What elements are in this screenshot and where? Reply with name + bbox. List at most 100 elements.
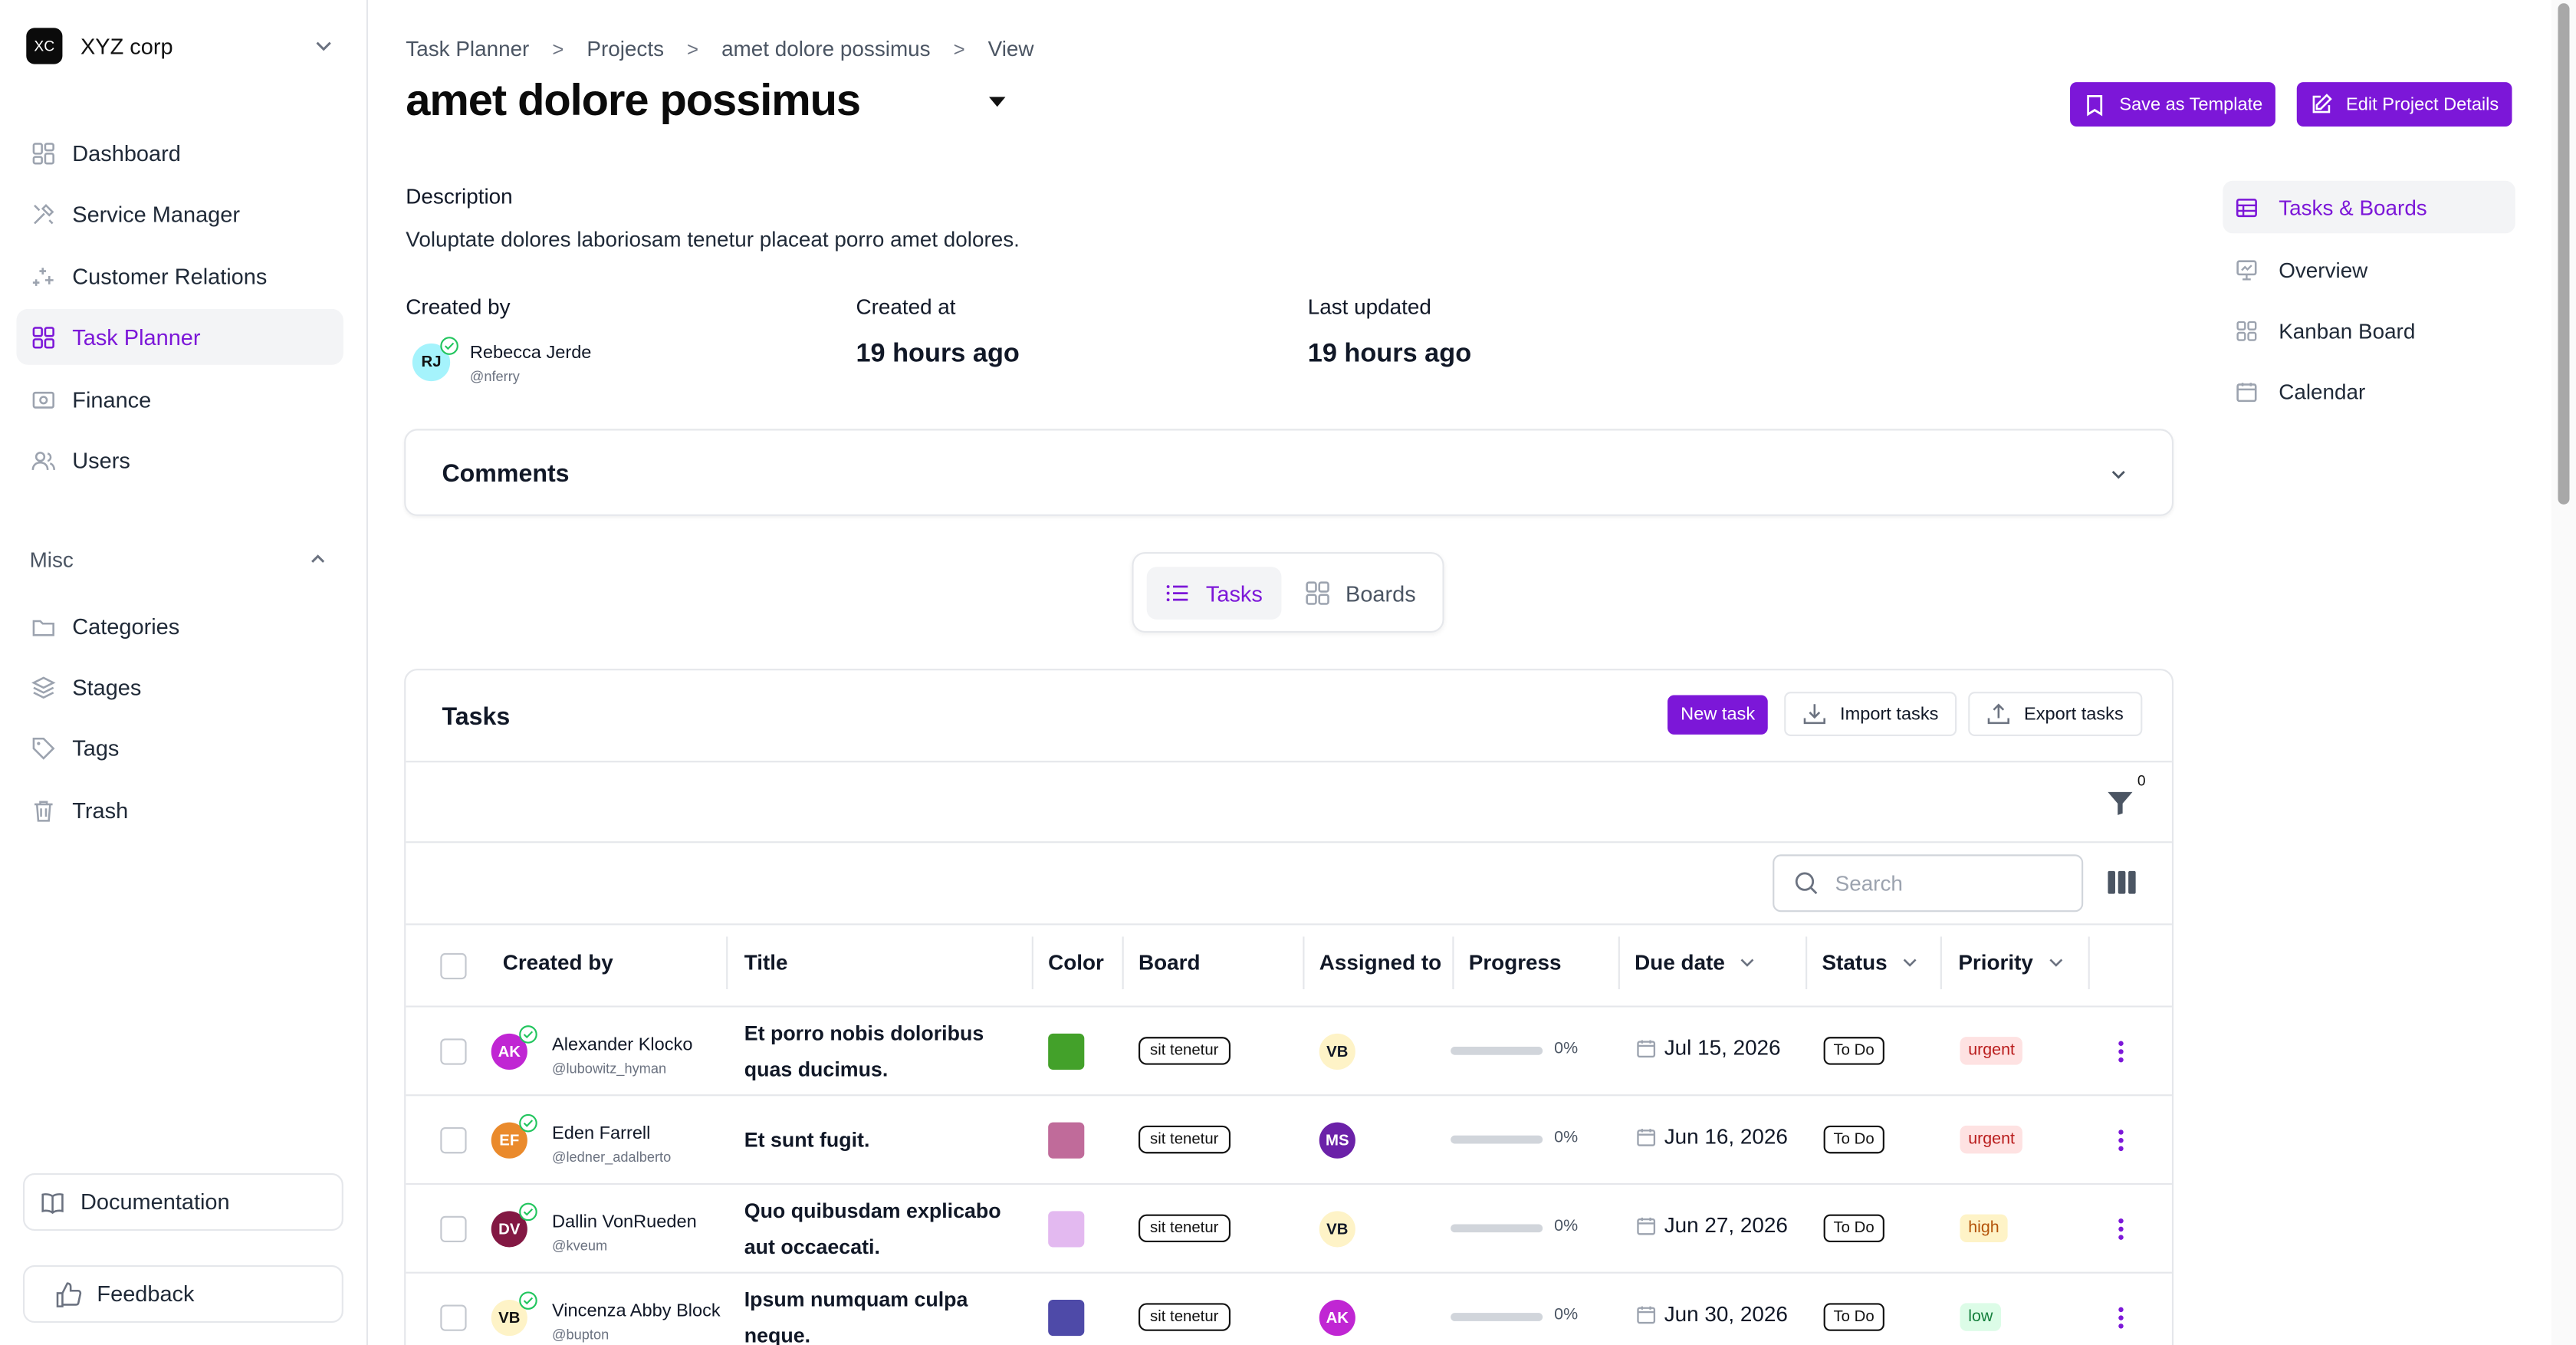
section-nav-tasks-boards[interactable]: Tasks & Boards bbox=[2223, 180, 2515, 234]
filter-icon[interactable] bbox=[2106, 789, 2134, 817]
creator-handle: @lubowitz_hyman bbox=[552, 1060, 667, 1077]
breadcrumb-item-projects[interactable]: Projects bbox=[586, 36, 664, 61]
table-row[interactable]: AK Alexander Klocko @lubowitz_hyman Et p… bbox=[406, 1005, 2172, 1094]
chevron-right-icon: > bbox=[953, 37, 965, 61]
table-row[interactable]: VB Vincenza Abby Block @bupton Ipsum num… bbox=[406, 1271, 2172, 1345]
section-nav-overview[interactable]: Overview bbox=[2223, 243, 2515, 296]
row-checkbox[interactable] bbox=[440, 1304, 467, 1331]
sidebar-item-customer-relations[interactable]: Customer Relations bbox=[16, 248, 343, 304]
column-label: Progress bbox=[1468, 949, 1562, 975]
due-date: Jun 30, 2026 bbox=[1636, 1301, 1788, 1326]
status-badge[interactable]: To Do bbox=[1823, 1125, 1884, 1154]
sidebar-item-label: Service Manager bbox=[72, 201, 240, 226]
search-input[interactable] bbox=[1835, 870, 2065, 896]
column-label: Priority bbox=[1958, 949, 2033, 975]
status-badge[interactable]: To Do bbox=[1823, 1037, 1884, 1065]
column-header-board[interactable]: Board bbox=[1138, 950, 1200, 975]
row-checkbox[interactable] bbox=[440, 1038, 467, 1065]
scrollbar-thumb[interactable] bbox=[2558, 3, 2570, 505]
org-switcher[interactable]: XC XYZ corp bbox=[26, 28, 341, 64]
misc-section-toggle[interactable]: Misc bbox=[30, 548, 329, 572]
progress-label: 0% bbox=[1554, 1129, 1579, 1147]
breadcrumb-item-task-planner[interactable]: Task Planner bbox=[406, 36, 529, 61]
more-options-icon[interactable] bbox=[2118, 1129, 2124, 1152]
assignee-avatar: AK bbox=[1319, 1300, 1355, 1337]
column-label: Status bbox=[1822, 949, 1888, 975]
sidebar-item-label: Categories bbox=[72, 613, 180, 639]
board-tag[interactable]: sit tenetur bbox=[1138, 1125, 1230, 1154]
breadcrumb-item-project[interactable]: amet dolore possimus bbox=[721, 36, 931, 61]
tag-icon bbox=[31, 735, 56, 760]
status-badge[interactable]: To Do bbox=[1823, 1214, 1884, 1243]
task-title[interactable]: Et porro nobis doloribus quas ducimus. bbox=[744, 1015, 1024, 1087]
section-nav-kanban-board[interactable]: Kanban Board bbox=[2223, 304, 2515, 357]
priority-badge[interactable]: urgent bbox=[1960, 1037, 2023, 1065]
color-swatch bbox=[1048, 1211, 1085, 1248]
board-tag[interactable]: sit tenetur bbox=[1138, 1037, 1230, 1065]
priority-badge[interactable]: low bbox=[1960, 1303, 2002, 1331]
sidebar-item-label: Stages bbox=[72, 674, 142, 699]
priority-badge[interactable]: high bbox=[1960, 1214, 2008, 1243]
tab-boards[interactable]: Boards bbox=[1286, 567, 1434, 620]
sidebar-item-service-manager[interactable]: Service Manager bbox=[16, 186, 343, 242]
priority-badge[interactable]: urgent bbox=[1960, 1125, 2023, 1154]
page-title: amet dolore possimus bbox=[406, 75, 861, 125]
sidebar-item-categories[interactable]: Categories bbox=[16, 598, 343, 654]
column-header-color[interactable]: Color bbox=[1048, 950, 1104, 975]
column-header-due-date[interactable]: Due date bbox=[1635, 950, 1756, 975]
feedback-label: Feedback bbox=[97, 1281, 195, 1307]
feedback-button[interactable]: Feedback bbox=[23, 1265, 343, 1324]
table-row[interactable]: EF Eden Farrell @ledner_adalberto Et sun… bbox=[406, 1094, 2172, 1183]
export-tasks-button[interactable]: Export tasks bbox=[1968, 692, 2142, 737]
column-header-progress[interactable]: Progress bbox=[1469, 950, 1562, 975]
sidebar-item-trash[interactable]: Trash bbox=[16, 782, 343, 838]
board-tag[interactable]: sit tenetur bbox=[1138, 1303, 1230, 1331]
edit-icon bbox=[2310, 93, 2333, 116]
caret-down-icon[interactable] bbox=[989, 97, 1006, 107]
sidebar-item-finance[interactable]: Finance bbox=[16, 371, 343, 427]
task-title[interactable]: Et sunt fugit. bbox=[744, 1123, 1024, 1159]
breadcrumb-item-current: View bbox=[987, 36, 1034, 61]
creator-name: Alexander Klocko bbox=[552, 1035, 693, 1055]
import-tasks-button[interactable]: Import tasks bbox=[1784, 692, 1957, 737]
documentation-button[interactable]: Documentation bbox=[23, 1173, 343, 1232]
progress-bar bbox=[1451, 1135, 1543, 1144]
page-scrollbar[interactable] bbox=[2551, 0, 2576, 1345]
column-header-priority[interactable]: Priority bbox=[1958, 950, 2064, 975]
column-header-status[interactable]: Status bbox=[1822, 950, 1918, 975]
row-checkbox[interactable] bbox=[440, 1127, 467, 1154]
task-title[interactable]: Quo quibusdam explicabo aut occaecati. bbox=[744, 1193, 1024, 1265]
sidebar-item-tags[interactable]: Tags bbox=[16, 720, 343, 776]
board-tag[interactable]: sit tenetur bbox=[1138, 1214, 1230, 1243]
sidebar-item-stages[interactable]: Stages bbox=[16, 659, 343, 715]
money-icon bbox=[31, 387, 56, 412]
table-icon bbox=[2236, 196, 2257, 218]
comments-panel[interactable]: Comments bbox=[404, 429, 2174, 516]
task-title[interactable]: Ipsum numquam culpa neque. bbox=[744, 1281, 1024, 1345]
chevron-right-icon: > bbox=[687, 37, 699, 61]
column-header-title[interactable]: Title bbox=[744, 950, 788, 975]
search-icon bbox=[1795, 872, 1818, 895]
sidebar-item-task-planner[interactable]: Task Planner bbox=[16, 308, 343, 365]
columns-icon[interactable] bbox=[2108, 870, 2136, 894]
section-nav-label: Overview bbox=[2279, 257, 2368, 282]
documentation-label: Documentation bbox=[80, 1189, 230, 1215]
new-task-button[interactable]: New task bbox=[1668, 695, 1769, 735]
section-nav-calendar[interactable]: Calendar bbox=[2223, 365, 2515, 418]
sidebar-item-users[interactable]: Users bbox=[16, 432, 343, 488]
save-as-template-button[interactable]: Save as Template bbox=[2070, 82, 2276, 127]
select-all-checkbox[interactable] bbox=[440, 952, 467, 980]
table-row[interactable]: DV Dallin VonRueden @kveum Quo quibusdam… bbox=[406, 1182, 2172, 1272]
search-field[interactable] bbox=[1773, 854, 2084, 913]
more-options-icon[interactable] bbox=[2118, 1218, 2124, 1241]
more-options-icon[interactable] bbox=[2118, 1040, 2124, 1063]
edit-project-details-button[interactable]: Edit Project Details bbox=[2296, 82, 2512, 127]
status-badge[interactable]: To Do bbox=[1823, 1303, 1884, 1331]
column-header-assigned-to[interactable]: Assigned to bbox=[1319, 950, 1441, 975]
tab-tasks[interactable]: Tasks bbox=[1146, 567, 1281, 620]
row-checkbox[interactable] bbox=[440, 1215, 467, 1243]
more-options-icon[interactable] bbox=[2118, 1307, 2124, 1330]
tab-tasks-label: Tasks bbox=[1205, 580, 1263, 606]
column-header-created-by[interactable]: Created by bbox=[503, 950, 613, 975]
sidebar-item-dashboard[interactable]: Dashboard bbox=[16, 125, 343, 181]
